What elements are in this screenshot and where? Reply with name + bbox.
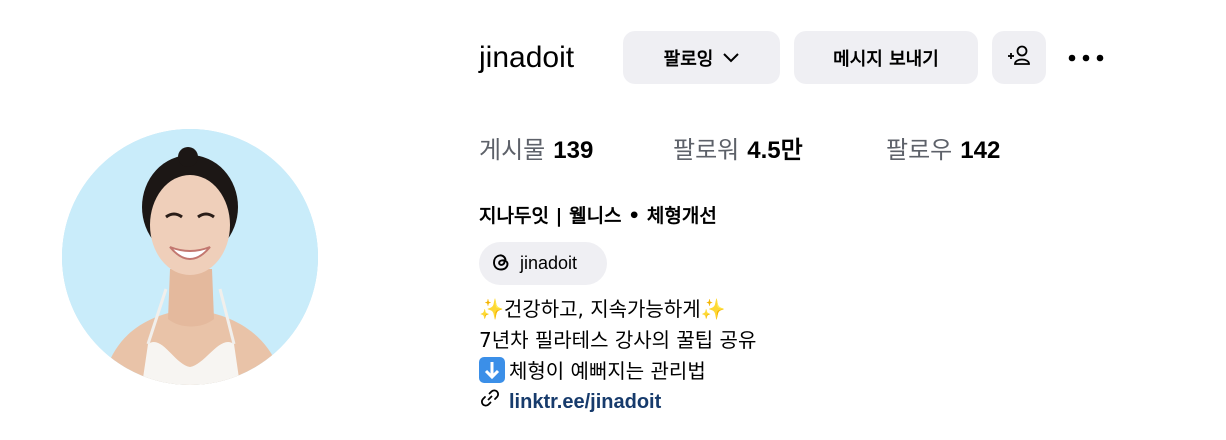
suggest-follow-button[interactable]: [992, 31, 1046, 84]
posts-label: 게시물: [479, 136, 546, 164]
bio-line-3-text: 체형이 예뻐지는 관리법: [509, 359, 706, 383]
bio-line-1: ✨건강하고, 지속가능하게✨: [479, 296, 726, 322]
followers-label: 팔로워: [673, 136, 740, 164]
bio-line-2: 7년차 필라테스 강사의 꿀팁 공유: [479, 328, 757, 352]
following-label: 팔로우: [886, 136, 953, 164]
person-add-icon: [1006, 44, 1032, 71]
send-message-label: 메시지 보내기: [833, 48, 939, 70]
following-count[interactable]: 팔로우 142: [886, 134, 1000, 167]
profile-link-url[interactable]: linktr.ee/jinadoit: [509, 388, 661, 416]
following-value: 142: [960, 137, 1001, 164]
link-icon: [479, 387, 501, 416]
profile-username: jinadoit: [479, 41, 575, 74]
sparkles-emoji: ✨: [700, 297, 726, 321]
profile-full-name: 지나두잇 | 웰니스 • 체형개선: [479, 205, 717, 227]
following-button[interactable]: 팔로잉: [623, 31, 780, 84]
profile-avatar[interactable]: [62, 129, 318, 385]
threads-badge[interactable]: jinadoit: [479, 242, 607, 285]
threads-handle: jinadoit: [520, 253, 578, 273]
followers-value: 4.5만: [747, 137, 803, 164]
followers-count[interactable]: 팔로워 4.5만: [673, 134, 803, 167]
posts-count: 게시물 139: [479, 134, 593, 167]
following-button-label: 팔로잉: [663, 48, 714, 70]
down-arrow-emoji: [479, 357, 505, 383]
chevron-down-icon: [723, 47, 740, 68]
send-message-button[interactable]: 메시지 보내기: [794, 31, 978, 84]
sparkles-emoji: ✨: [479, 297, 504, 321]
bio-line-3: 체형이 예뻐지는 관리법: [479, 357, 706, 384]
more-options-icon[interactable]: [1066, 44, 1106, 72]
threads-icon: [490, 251, 512, 277]
profile-link[interactable]: linktr.ee/jinadoit: [479, 387, 661, 416]
bio-line-1-text: 건강하고, 지속가능하게: [503, 297, 701, 321]
posts-value: 139: [553, 137, 594, 164]
